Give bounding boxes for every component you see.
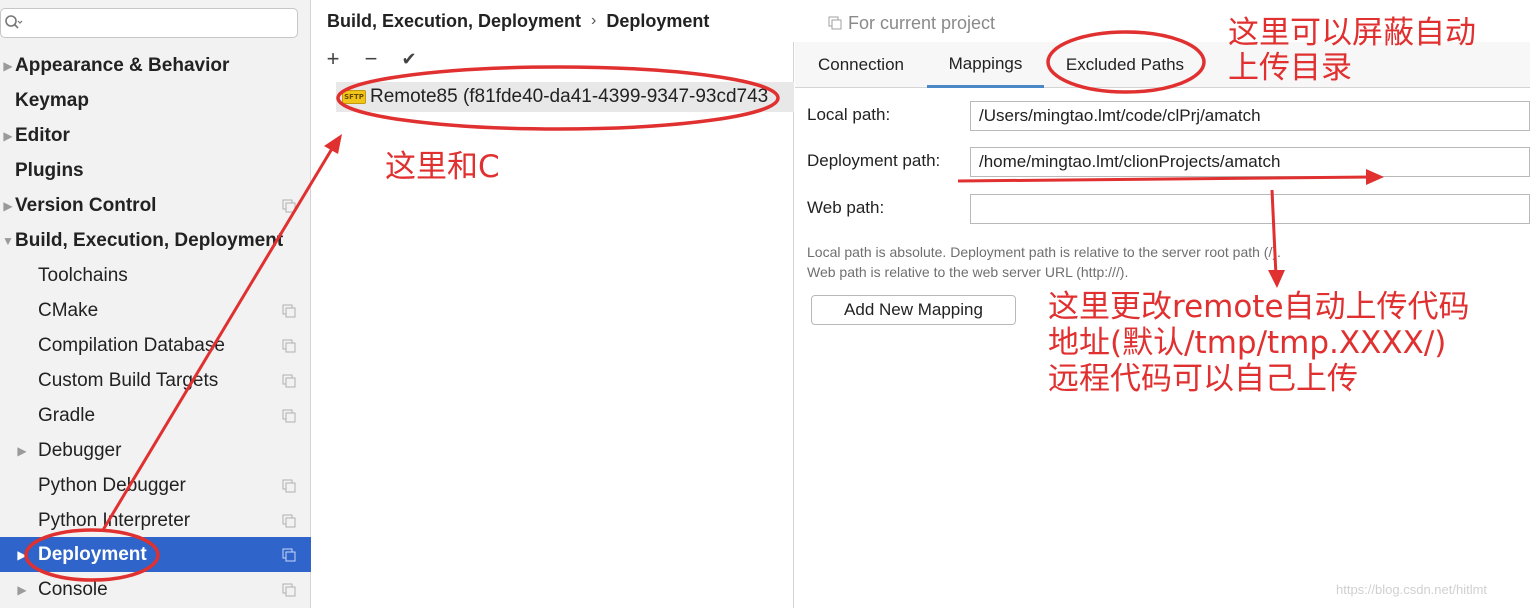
project-scope-label: For current project — [848, 12, 996, 33]
deployment-path-label: Deployment path: — [807, 151, 941, 170]
server-name: Remote85 (f81fde40-da41-4399-9347-93cd74… — [370, 86, 769, 107]
sidebar-item-editor[interactable]: ▶ Editor — [0, 118, 311, 153]
sidebar-item-version-control[interactable]: ▶ Version Control — [0, 188, 311, 223]
watermark: https://blog.csdn.net/hitlmt — [1336, 582, 1488, 597]
sidebar-item-plugins[interactable]: Plugins — [0, 153, 311, 188]
collapsed-arrow-icon[interactable]: ▶ — [16, 548, 28, 562]
sidebar-item-deployment[interactable]: ▶ Deployment — [0, 537, 311, 572]
project-scope-icon — [282, 339, 296, 352]
web-path-label: Web path: — [807, 198, 885, 217]
collapsed-arrow-icon[interactable]: ▶ — [2, 59, 14, 73]
tab-mappings[interactable]: Mappings — [927, 42, 1044, 88]
sidebar-item-label: Editor — [15, 124, 70, 146]
project-scope-icon — [282, 514, 296, 527]
local-path-input[interactable]: /Users/mingtao.lmt/code/clPrj/amatch — [970, 101, 1530, 131]
expanded-arrow-icon[interactable]: ▼ — [2, 234, 14, 248]
annotation-middle-note: 这里和C — [385, 149, 500, 185]
breadcrumb-current: Deployment — [606, 10, 710, 31]
sidebar-item-cmake[interactable]: CMake — [0, 293, 311, 328]
sidebar-item-label: CMake — [38, 299, 99, 321]
project-scope-icon — [282, 374, 296, 387]
add-server-button[interactable]: + — [322, 48, 344, 70]
sidebar-item-label: Deployment — [38, 543, 147, 565]
remove-server-button[interactable]: − — [360, 48, 382, 70]
sidebar-item-compilation-database[interactable]: Compilation Database — [0, 328, 311, 363]
path-hint-line-1: Local path is absolute. Deployment path … — [807, 244, 1281, 260]
search-icon — [5, 15, 23, 29]
breadcrumb: Build, Execution, Deployment › Deploymen… — [327, 9, 709, 33]
tab-excluded-paths[interactable]: Excluded Paths — [1051, 42, 1199, 88]
sidebar-item-label: Console — [38, 578, 108, 600]
sidebar-item-python-debugger[interactable]: Python Debugger — [0, 468, 311, 503]
path-hint-line-2: Web path is relative to the web server U… — [807, 264, 1129, 280]
sidebar-item-toolchains[interactable]: Toolchains — [0, 258, 311, 293]
sidebar-item-label: Keymap — [15, 89, 89, 111]
collapsed-arrow-icon[interactable]: ▶ — [16, 583, 28, 597]
project-scope-icon — [282, 199, 296, 212]
annotation-excluded-line-1: 这里可以屏蔽自动 — [1228, 15, 1476, 51]
tab-connection[interactable]: Connection — [803, 42, 919, 88]
sidebar-item-debugger[interactable]: ▶ Debugger — [0, 433, 311, 468]
collapsed-arrow-icon[interactable]: ▶ — [16, 444, 28, 458]
sidebar-item-custom-build-targets[interactable]: Custom Build Targets — [0, 363, 311, 398]
breadcrumb-separator: › — [591, 12, 597, 29]
sidebar-item-build-execution-deployment[interactable]: ▼ Build, Execution, Deployment — [0, 223, 311, 258]
project-scope-icon — [282, 409, 296, 422]
sidebar-item-python-interpreter[interactable]: Python Interpreter — [0, 503, 311, 538]
sftp-icon: SFTP — [342, 90, 366, 104]
annotation-arrowhead-down — [1268, 270, 1285, 288]
breadcrumb-parent[interactable]: Build, Execution, Deployment — [327, 11, 581, 32]
settings-sidebar: ▶ Appearance & Behavior Keymap ▶ Editor … — [0, 0, 311, 608]
annotation-remote-line-2: 地址(默认/tmp/tmp.XXXX/) — [1048, 325, 1447, 361]
annotation-remote-line-1: 这里更改remote自动上传代码 — [1048, 289, 1470, 325]
sidebar-item-label: Python Interpreter — [38, 509, 191, 531]
project-scope-icon — [282, 479, 296, 492]
deployment-path-input[interactable]: /home/mingtao.lmt/clionProjects/amatch — [970, 147, 1530, 177]
annotation-remote-line-3: 远程代码可以自己上传 — [1048, 361, 1358, 397]
sidebar-item-label: Debugger — [38, 439, 122, 461]
search-input[interactable] — [0, 8, 298, 38]
sidebar-item-label: Appearance & Behavior — [15, 54, 230, 76]
project-scope-icon — [282, 304, 296, 317]
sidebar-item-gradle[interactable]: Gradle — [0, 398, 311, 433]
local-path-label: Local path: — [807, 105, 891, 124]
sidebar-item-label: Toolchains — [38, 264, 128, 286]
sidebar-item-appearance[interactable]: ▶ Appearance & Behavior — [0, 48, 311, 83]
project-scope-icon — [282, 583, 296, 596]
add-new-mapping-button[interactable]: Add New Mapping — [811, 295, 1016, 325]
sidebar-item-keymap[interactable]: Keymap — [0, 83, 311, 118]
project-scope-note: For current project — [828, 12, 995, 34]
sidebar-item-label: Build, Execution, Deployment — [15, 229, 284, 251]
sidebar-item-label: Gradle — [38, 404, 96, 426]
project-scope-icon — [282, 548, 296, 561]
server-toolbar: + − ✔ — [322, 48, 420, 70]
annotation-excluded-line-2: 上传目录 — [1228, 50, 1352, 86]
sidebar-item-label: Compilation Database — [38, 334, 225, 356]
server-list-item[interactable]: SFTP Remote85 (f81fde40-da41-4399-9347-9… — [336, 82, 794, 112]
annotation-arrow-deploy-path — [957, 175, 1373, 183]
sidebar-item-label: Plugins — [15, 159, 84, 181]
sidebar-item-console[interactable]: ▶ Console — [0, 572, 311, 607]
sidebar-item-label: Python Debugger — [38, 474, 186, 496]
collapsed-arrow-icon[interactable]: ▶ — [2, 199, 14, 213]
set-default-button[interactable]: ✔ — [398, 48, 420, 70]
sidebar-item-label: Custom Build Targets — [38, 369, 219, 391]
sidebar-item-label: Version Control — [15, 194, 157, 216]
web-path-input[interactable] — [970, 194, 1530, 224]
collapsed-arrow-icon[interactable]: ▶ — [2, 129, 14, 143]
server-list-panel: + − ✔ SFTP Remote85 (f81fde40-da41-4399-… — [312, 42, 794, 608]
project-scope-icon — [828, 16, 842, 30]
